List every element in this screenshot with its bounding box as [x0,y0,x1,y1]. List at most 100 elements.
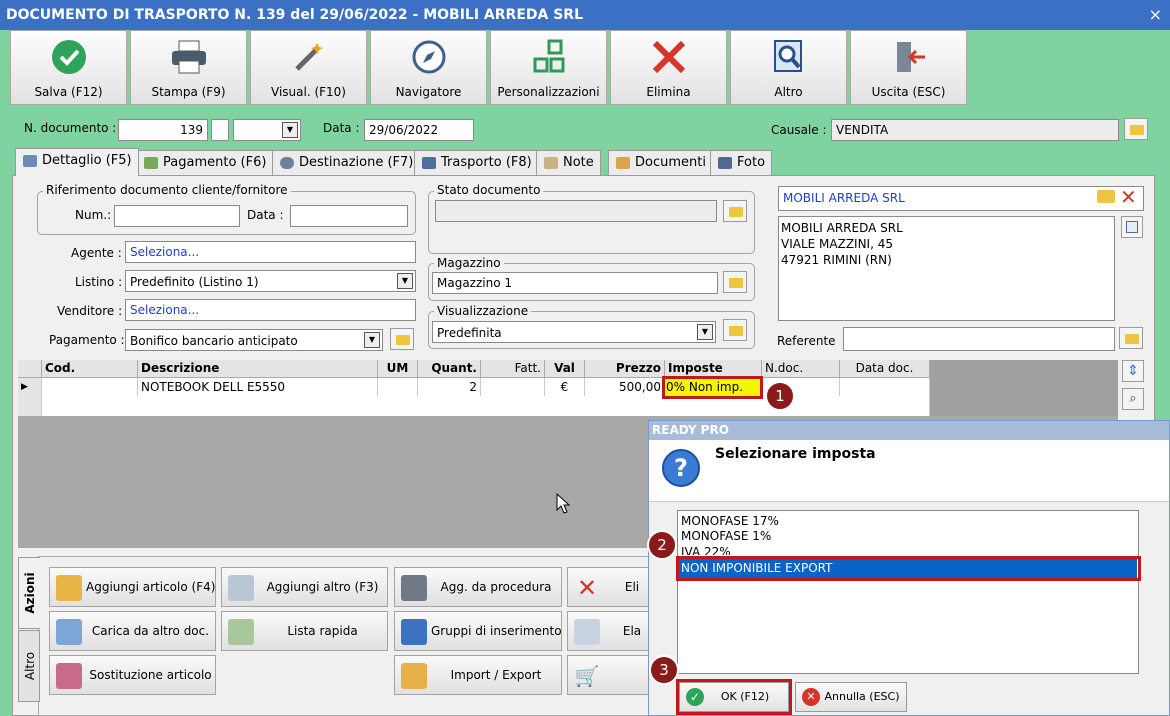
print-button[interactable]: Stampa (F9) [130,30,247,105]
folder-icon[interactable] [1124,118,1148,140]
referente-label: Referente [777,334,836,348]
date-field[interactable]: 29/06/2022 [364,119,474,141]
table-cell[interactable] [481,378,545,396]
listino-select[interactable]: Predefinito (Listino 1) ▼ [125,270,416,292]
column-header[interactable]: Descrizione [138,360,378,378]
close-icon[interactable]: × [1149,0,1162,30]
chevron-down-icon[interactable]: ▼ [364,332,380,348]
column-header[interactable]: Cod. [42,360,138,378]
table-cell[interactable]: NOTEBOOK DELL E5550 [138,378,378,396]
column-header[interactable]: Val [545,360,585,378]
list-item[interactable]: MONOFASE 1% [681,529,771,544]
add-from-procedure-button[interactable]: Agg. da procedura [394,567,562,607]
table-cell[interactable] [378,378,418,396]
load-from-doc-button[interactable]: Carica da altro doc. [49,611,216,651]
chevron-down-icon[interactable]: ▼ [397,273,413,289]
table-cell[interactable]: 2 [418,378,481,396]
folder-icon[interactable] [723,319,747,341]
tab-dettaglio[interactable]: Dettaglio (F5) [15,148,139,176]
truck-icon [422,157,436,169]
note-icon [544,157,558,169]
grid-empty-area [930,360,1118,416]
tab-foto[interactable]: Foto [710,150,773,175]
add-article-button[interactable]: Aggiungi articolo (F4) [49,567,216,607]
add-other-button[interactable]: Aggiungi altro (F3) [221,567,388,607]
table-cell[interactable]: € [545,378,585,396]
side-tab-azioni[interactable]: Azioni [18,557,40,629]
folder-icon[interactable] [390,328,414,350]
folder-icon[interactable] [723,200,747,222]
column-header[interactable]: Data doc. [840,360,930,378]
camera-icon [718,157,732,169]
column-header[interactable]: Fatt. [481,360,545,378]
table-cell[interactable] [840,378,930,396]
row-selector [18,396,42,416]
folder-icon[interactable] [1097,190,1115,203]
causale-label: Causale : [771,123,827,137]
customize-button[interactable]: Personalizzazioni [490,30,607,105]
navigator-button[interactable]: Navigatore [370,30,487,105]
ref-date-field[interactable] [290,205,408,227]
address-box[interactable]: MOBILI ARREDA SRL VIALE MAZZINI, 45 4792… [778,216,1115,321]
edit-icon[interactable] [1121,216,1143,238]
replace-article-button[interactable]: Sostituzione articolo [49,655,216,695]
remove-customer-icon[interactable]: ✕ [1120,184,1137,210]
table-cell[interactable]: 500,00 [585,378,665,396]
process-button[interactable]: Ela [567,611,657,651]
row-selector-icon[interactable]: ▶ [18,378,42,396]
tab-note[interactable]: Note [536,150,601,175]
tab-destinazione[interactable]: Destinazione (F7) [272,150,421,175]
warehouse-field[interactable]: Magazzino 1 [432,272,718,294]
folder-icon[interactable] [723,271,747,293]
dialog-title-bar: READY PRO [649,421,1169,440]
delete-button[interactable]: Elimina [610,30,727,105]
column-header[interactable]: Quant. [418,360,481,378]
side-tab-altro[interactable]: Altro [18,630,40,702]
chevron-down-icon[interactable]: ▼ [282,122,298,138]
table-empty-row[interactable] [42,396,930,416]
insert-groups-button[interactable]: Gruppi di inserimento [394,611,562,651]
cancel-button[interactable]: ✕ Annulla (ESC) [795,682,907,712]
save-button[interactable]: Salva (F12) [10,30,127,105]
column-header[interactable]: N.doc. [762,360,840,378]
chevron-down-icon[interactable]: ▼ [697,324,713,340]
column-header[interactable]: Prezzo [585,360,665,378]
import-export-button[interactable]: Import / Export [394,655,562,695]
view-select[interactable]: Predefinita ▼ [432,321,716,343]
venditore-field[interactable]: Seleziona... [125,299,416,321]
pagamento-select[interactable]: Bonifico bancario anticipato ▼ [125,329,383,351]
tab-trasporto[interactable]: Trasporto (F8) [414,150,539,175]
delete-row-button[interactable]: ✕ Eli [567,567,657,607]
exit-button[interactable]: Uscita (ESC) [850,30,967,105]
date-label: Data : [323,121,360,135]
sort-icon[interactable]: ⇕ [1122,360,1144,382]
window-title: DOCUMENTO DI TRASPORTO N. 139 del 29/06/… [6,7,583,23]
list-item[interactable]: MONOFASE 17% [681,514,779,529]
agente-field[interactable]: Seleziona... [125,241,416,263]
visual-button[interactable]: Visual. (F10) [250,30,367,105]
search-icon[interactable]: ⌕ [1122,388,1144,410]
causale-field[interactable]: VENDITA [831,119,1119,141]
list-item[interactable]: IVA 22% [681,545,731,555]
folder-icon [616,157,630,169]
column-header[interactable]: UM [378,360,418,378]
num-field[interactable] [114,205,240,227]
table-add-icon [228,575,254,601]
blocks-icon [533,39,564,73]
other-button[interactable]: Altro [730,30,847,105]
table-cell[interactable] [42,378,138,396]
tab-pagamento[interactable]: Pagamento (F6) [136,150,274,175]
folder-icon[interactable] [1119,327,1143,349]
tab-documenti[interactable]: Documenti [608,150,713,175]
annotation-box [662,376,763,399]
doc-suffix-field[interactable] [211,119,229,141]
doc-series-select[interactable]: ▼ [233,119,301,141]
status-field[interactable] [435,200,717,222]
doc-number-field[interactable]: 139 [118,119,208,141]
venditore-label: Venditore : [57,304,123,318]
referente-field[interactable] [843,327,1115,351]
cart-button[interactable]: 🛒 [567,655,657,695]
quick-list-button[interactable]: Lista rapida [221,611,388,651]
customer-field[interactable]: MOBILI ARREDA SRL [778,186,1144,211]
view-group-title: Visualizzazione [434,304,532,318]
